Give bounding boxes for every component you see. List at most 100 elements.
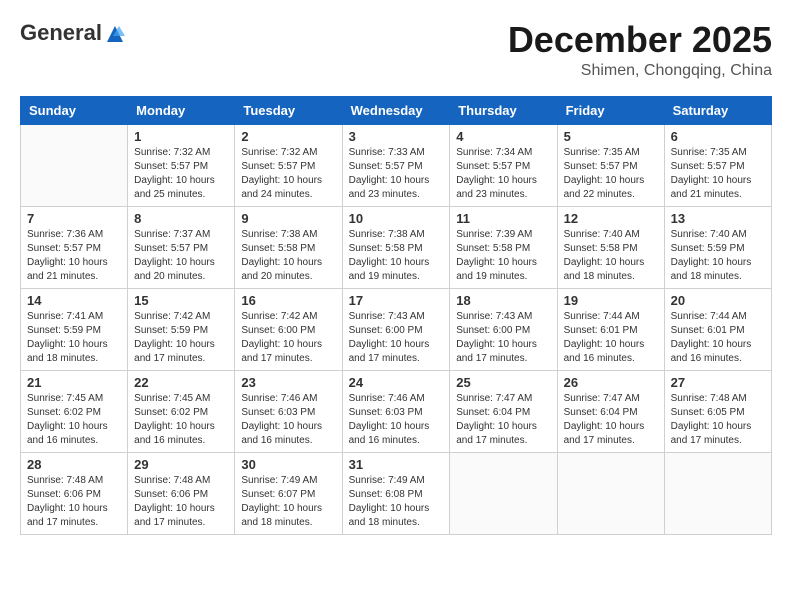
- day-info: Sunrise: 7:37 AM Sunset: 5:57 PM Dayligh…: [134, 228, 228, 284]
- calendar-cell: [557, 452, 664, 534]
- day-number: 1: [134, 129, 228, 144]
- calendar-cell: 10Sunrise: 7:38 AM Sunset: 5:58 PM Dayli…: [342, 206, 450, 288]
- day-number: 27: [671, 375, 765, 390]
- day-number: 6: [671, 129, 765, 144]
- day-info: Sunrise: 7:41 AM Sunset: 5:59 PM Dayligh…: [27, 310, 121, 366]
- calendar-cell: 28 Sunrise: 7:48 AM Sunset: 6:06 PM Dayli…: [21, 452, 128, 534]
- day-info: Sunrise: 7:36 AM Sunset: 5:57 PM Dayligh…: [27, 228, 121, 284]
- day-info: Sunrise: 7:49 AM Sunset: 6:08 PM Dayligh…: [349, 474, 444, 530]
- page-header: General December 2025 Shimen, Chongqing,…: [20, 20, 772, 80]
- col-header-thursday: Thursday: [450, 96, 557, 124]
- day-number: 18: [456, 293, 550, 308]
- day-number: 24: [349, 375, 444, 390]
- day-number: 28: [27, 457, 121, 472]
- calendar-cell: 5 Sunrise: 7:35 AM Sunset: 5:57 PM Daylig…: [557, 124, 664, 206]
- day-info: Sunrise: 7:42 AM Sunset: 5:59 PM Dayligh…: [134, 310, 228, 366]
- day-info: Sunrise: 7:43 AM Sunset: 6:00 PM Dayligh…: [349, 310, 444, 366]
- day-number: 5: [564, 129, 658, 144]
- day-info: Sunrise: 7:35 AM Sunset: 5:57 PM Dayligh…: [671, 146, 765, 202]
- calendar-cell: 27Sunrise: 7:48 AM Sunset: 6:05 PM Dayli…: [664, 370, 771, 452]
- calendar-cell: 1 Sunrise: 7:32 AM Sunset: 5:57 PM Daylig…: [128, 124, 235, 206]
- week-row-5: 28 Sunrise: 7:48 AM Sunset: 6:06 PM Dayli…: [21, 452, 772, 534]
- day-number: 20: [671, 293, 765, 308]
- day-info: Sunrise: 7:49 AM Sunset: 6:07 PM Dayligh…: [241, 474, 335, 530]
- day-number: 13: [671, 211, 765, 226]
- calendar-cell: 21 Sunrise: 7:45 AM Sunset: 6:02 PM Dayli…: [21, 370, 128, 452]
- day-info: Sunrise: 7:32 AM Sunset: 5:57 PM Dayligh…: [134, 146, 228, 202]
- day-info: Sunrise: 7:35 AM Sunset: 5:57 PM Dayligh…: [564, 146, 658, 202]
- calendar-cell: 25Sunrise: 7:47 AM Sunset: 6:04 PM Dayli…: [450, 370, 557, 452]
- calendar-cell: [450, 452, 557, 534]
- day-number: 15: [134, 293, 228, 308]
- calendar-cell: 30 Sunrise: 7:49 AM Sunset: 6:07 PM Dayli…: [235, 452, 342, 534]
- day-number: 22: [134, 375, 228, 390]
- col-header-saturday: Saturday: [664, 96, 771, 124]
- day-number: 12: [564, 211, 658, 226]
- col-header-monday: Monday: [128, 96, 235, 124]
- day-number: 26: [564, 375, 658, 390]
- calendar-cell: 3 Sunrise: 7:33 AM Sunset: 5:57 PM Daylig…: [342, 124, 450, 206]
- calendar-cell: 7 Sunrise: 7:36 AM Sunset: 5:57 PM Daylig…: [21, 206, 128, 288]
- calendar-cell: [664, 452, 771, 534]
- day-number: 31: [349, 457, 444, 472]
- day-number: 3: [349, 129, 444, 144]
- calendar-cell: 13 Sunrise: 7:40 AM Sunset: 5:59 PM Dayli…: [664, 206, 771, 288]
- day-number: 21: [27, 375, 121, 390]
- logo-blue-text: [104, 20, 125, 46]
- day-number: 2: [241, 129, 335, 144]
- day-info: Sunrise: 7:38 AM Sunset: 5:58 PM Dayligh…: [241, 228, 335, 284]
- calendar-cell: 18 Sunrise: 7:43 AM Sunset: 6:00 PM Dayli…: [450, 288, 557, 370]
- day-info: Sunrise: 7:44 AM Sunset: 6:01 PM Dayligh…: [671, 310, 765, 366]
- calendar-cell: 14Sunrise: 7:41 AM Sunset: 5:59 PM Dayli…: [21, 288, 128, 370]
- day-info: Sunrise: 7:32 AM Sunset: 5:57 PM Dayligh…: [241, 146, 335, 202]
- day-info: Sunrise: 7:43 AM Sunset: 6:00 PM Dayligh…: [456, 310, 550, 366]
- day-info: Sunrise: 7:38 AM Sunset: 5:58 PM Dayligh…: [349, 228, 444, 284]
- day-info: Sunrise: 7:42 AM Sunset: 6:00 PM Dayligh…: [241, 310, 335, 366]
- day-number: 30: [241, 457, 335, 472]
- week-row-3: 14Sunrise: 7:41 AM Sunset: 5:59 PM Dayli…: [21, 288, 772, 370]
- calendar-table: SundayMondayTuesdayWednesdayThursdayFrid…: [20, 96, 772, 535]
- calendar-header-row: SundayMondayTuesdayWednesdayThursdayFrid…: [21, 96, 772, 124]
- day-number: 17: [349, 293, 444, 308]
- title-block: December 2025 Shimen, Chongqing, China: [508, 20, 772, 80]
- location-title: Shimen, Chongqing, China: [508, 62, 772, 80]
- day-number: 8: [134, 211, 228, 226]
- day-info: Sunrise: 7:46 AM Sunset: 6:03 PM Dayligh…: [241, 392, 335, 448]
- day-number: 23: [241, 375, 335, 390]
- calendar-cell: 15 Sunrise: 7:42 AM Sunset: 5:59 PM Dayli…: [128, 288, 235, 370]
- day-number: 7: [27, 211, 121, 226]
- month-title: December 2025: [508, 20, 772, 60]
- day-info: Sunrise: 7:45 AM Sunset: 6:02 PM Dayligh…: [27, 392, 121, 448]
- week-row-2: 7 Sunrise: 7:36 AM Sunset: 5:57 PM Daylig…: [21, 206, 772, 288]
- col-header-wednesday: Wednesday: [342, 96, 450, 124]
- calendar-cell: 12 Sunrise: 7:40 AM Sunset: 5:58 PM Dayli…: [557, 206, 664, 288]
- day-info: Sunrise: 7:44 AM Sunset: 6:01 PM Dayligh…: [564, 310, 658, 366]
- day-info: Sunrise: 7:47 AM Sunset: 6:04 PM Dayligh…: [564, 392, 658, 448]
- day-info: Sunrise: 7:48 AM Sunset: 6:06 PM Dayligh…: [27, 474, 121, 530]
- day-number: 25: [456, 375, 550, 390]
- col-header-friday: Friday: [557, 96, 664, 124]
- calendar-cell: 26 Sunrise: 7:47 AM Sunset: 6:04 PM Dayli…: [557, 370, 664, 452]
- day-info: Sunrise: 7:48 AM Sunset: 6:06 PM Dayligh…: [134, 474, 228, 530]
- col-header-tuesday: Tuesday: [235, 96, 342, 124]
- day-info: Sunrise: 7:40 AM Sunset: 5:59 PM Dayligh…: [671, 228, 765, 284]
- day-info: Sunrise: 7:39 AM Sunset: 5:58 PM Dayligh…: [456, 228, 550, 284]
- day-info: Sunrise: 7:34 AM Sunset: 5:57 PM Dayligh…: [456, 146, 550, 202]
- day-number: 4: [456, 129, 550, 144]
- logo-general-text: General: [20, 20, 102, 46]
- calendar-cell: 22Sunrise: 7:45 AM Sunset: 6:02 PM Dayli…: [128, 370, 235, 452]
- day-number: 9: [241, 211, 335, 226]
- logo: General: [20, 20, 125, 46]
- calendar-cell: 31 Sunrise: 7:49 AM Sunset: 6:08 PM Dayli…: [342, 452, 450, 534]
- day-info: Sunrise: 7:33 AM Sunset: 5:57 PM Dayligh…: [349, 146, 444, 202]
- day-number: 29: [134, 457, 228, 472]
- calendar-cell: 2 Sunrise: 7:32 AM Sunset: 5:57 PM Daylig…: [235, 124, 342, 206]
- day-number: 11: [456, 211, 550, 226]
- day-info: Sunrise: 7:46 AM Sunset: 6:03 PM Dayligh…: [349, 392, 444, 448]
- day-number: 19: [564, 293, 658, 308]
- calendar-cell: 20 Sunrise: 7:44 AM Sunset: 6:01 PM Dayli…: [664, 288, 771, 370]
- day-number: 16: [241, 293, 335, 308]
- day-info: Sunrise: 7:40 AM Sunset: 5:58 PM Dayligh…: [564, 228, 658, 284]
- week-row-4: 21 Sunrise: 7:45 AM Sunset: 6:02 PM Dayli…: [21, 370, 772, 452]
- calendar-cell: 8 Sunrise: 7:37 AM Sunset: 5:57 PM Daylig…: [128, 206, 235, 288]
